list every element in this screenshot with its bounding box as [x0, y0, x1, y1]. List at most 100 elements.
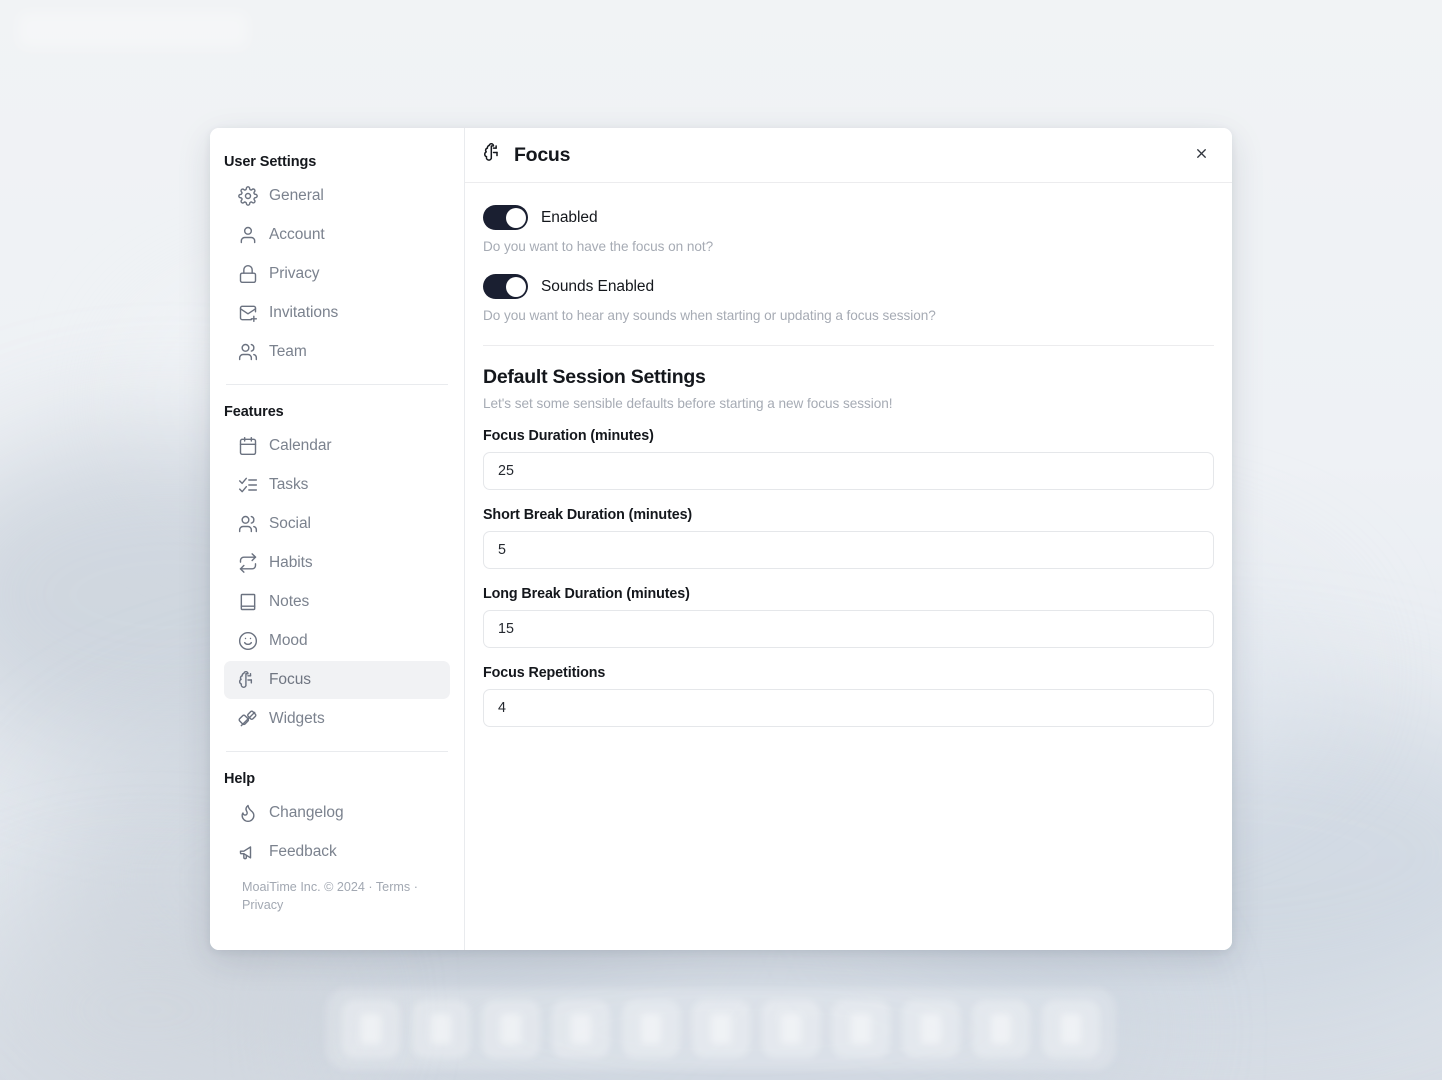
users-icon	[238, 342, 258, 362]
field-label: Long Break Duration (minutes)	[483, 586, 690, 602]
sidebar-item-feedback[interactable]: Feedback	[224, 833, 450, 871]
focus-duration-input[interactable]	[483, 452, 1214, 490]
brain-icon	[483, 142, 504, 168]
dock-icon	[711, 1014, 731, 1044]
sidebar-item-label: Social	[269, 515, 311, 532]
sidebar-item-label: Widgets	[269, 710, 325, 727]
dock-item[interactable]	[902, 1000, 960, 1058]
dock-icon	[431, 1014, 451, 1044]
setting-enabled: Enabled Do you want to have the focus on…	[483, 205, 1214, 254]
dock-icon	[851, 1014, 871, 1044]
dock-icon	[571, 1014, 591, 1044]
sounds-enabled-toggle-label: Sounds Enabled	[541, 277, 655, 295]
dock-item[interactable]	[692, 1000, 750, 1058]
footer-privacy-link[interactable]: Privacy	[242, 898, 283, 912]
sidebar-item-invitations[interactable]: Invitations	[224, 294, 450, 332]
enabled-toggle-label: Enabled	[541, 208, 598, 226]
sidebar-item-mood[interactable]: Mood	[224, 622, 450, 660]
sidebar-item-label: Calendar	[269, 437, 332, 454]
dock-item[interactable]	[482, 1000, 540, 1058]
sidebar-item-focus[interactable]: Focus	[224, 661, 450, 699]
sidebar-item-widgets[interactable]: Widgets	[224, 700, 450, 738]
sidebar-item-label: Team	[269, 343, 307, 360]
sidebar-item-changelog[interactable]: Changelog	[224, 794, 450, 832]
sidebar-item-privacy[interactable]: Privacy	[224, 255, 450, 293]
content-divider	[483, 345, 1214, 346]
field-focus-duration: Focus Duration (minutes)	[483, 428, 1214, 490]
widgets-icon	[238, 709, 258, 729]
sidebar-group-title-user-settings: User Settings	[224, 154, 317, 170]
toggle-row: Enabled	[483, 205, 1214, 230]
field-label: Short Break Duration (minutes)	[483, 507, 693, 523]
section-subtitle: Let's set some sensible defaults before …	[483, 396, 893, 411]
sidebar-item-label: Feedback	[269, 843, 337, 860]
dock-item[interactable]	[762, 1000, 820, 1058]
sidebar-item-label: Mood	[269, 632, 308, 649]
dock-icon	[991, 1014, 1011, 1044]
dock-item[interactable]	[832, 1000, 890, 1058]
close-button[interactable]	[1188, 142, 1214, 168]
user-icon	[238, 225, 258, 245]
footer-terms-link[interactable]: Terms	[376, 880, 410, 894]
sounds-enabled-toggle[interactable]	[483, 274, 528, 299]
sidebar-group-help: Changelog Feedback	[224, 794, 450, 871]
sidebar-item-calendar[interactable]: Calendar	[224, 427, 450, 465]
sidebar-item-label: Focus	[269, 671, 311, 688]
enabled-toggle[interactable]	[483, 205, 528, 230]
field-long-break-duration: Long Break Duration (minutes)	[483, 586, 1214, 648]
lock-icon	[238, 264, 258, 284]
toggle-row: Sounds Enabled	[483, 274, 1214, 299]
sidebar-item-tasks[interactable]: Tasks	[224, 466, 450, 504]
dock-icon	[921, 1014, 941, 1044]
field-focus-repetitions: Focus Repetitions	[483, 665, 1214, 727]
footer-company: MoaiTime Inc. © 2024 ·	[242, 880, 373, 894]
sidebar-item-account[interactable]: Account	[224, 216, 450, 254]
sidebar-group-features: Calendar Tasks Social Habits Notes Mood …	[224, 427, 450, 738]
focus-repetitions-input[interactable]	[483, 689, 1214, 727]
dock-item[interactable]	[1042, 1000, 1100, 1058]
sidebar-divider	[226, 751, 448, 752]
dock-item[interactable]	[342, 1000, 400, 1058]
short-break-duration-input[interactable]	[483, 531, 1214, 569]
dock-icon	[1061, 1014, 1081, 1044]
mail-plus-icon	[238, 303, 258, 323]
sidebar-item-habits[interactable]: Habits	[224, 544, 450, 582]
field-short-break-duration: Short Break Duration (minutes)	[483, 507, 1214, 569]
sidebar-footer: MoaiTime Inc. © 2024 · Terms · Privacy	[224, 871, 450, 915]
long-break-duration-input[interactable]	[483, 610, 1214, 648]
sidebar-item-team[interactable]: Team	[224, 333, 450, 371]
dock-icon	[641, 1014, 661, 1044]
page-title: Focus	[514, 143, 571, 166]
sidebar-item-label: Tasks	[269, 476, 309, 493]
enabled-hint: Do you want to have the focus on not?	[483, 239, 714, 254]
toggle-knob	[505, 276, 526, 297]
sidebar-group-title-help: Help	[224, 771, 256, 787]
settings-content: Focus Enabled Do you want to have the fo…	[465, 128, 1232, 950]
sidebar-item-label: Invitations	[269, 304, 339, 321]
dock-item[interactable]	[552, 1000, 610, 1058]
sidebar-group-title-features: Features	[224, 404, 284, 420]
desktop-background: User Settings General Account Privacy In…	[0, 0, 1442, 1080]
dock-icon	[781, 1014, 801, 1044]
dock	[326, 988, 1116, 1070]
smiley-icon	[238, 631, 258, 651]
sounds-enabled-hint: Do you want to hear any sounds when star…	[483, 308, 936, 323]
sidebar-item-label: Changelog	[269, 804, 344, 821]
dock-item[interactable]	[972, 1000, 1030, 1058]
sidebar-item-label: Privacy	[269, 265, 320, 282]
book-icon	[238, 592, 258, 612]
sidebar-item-notes[interactable]: Notes	[224, 583, 450, 621]
dock-item[interactable]	[622, 1000, 680, 1058]
users-icon	[238, 514, 258, 534]
footer-separator: ·	[413, 880, 418, 894]
megaphone-icon	[238, 842, 258, 862]
field-label: Focus Duration (minutes)	[483, 428, 654, 444]
sidebar-item-label: General	[269, 187, 324, 204]
field-label: Focus Repetitions	[483, 665, 606, 681]
dock-item[interactable]	[412, 1000, 470, 1058]
sidebar-item-general[interactable]: General	[224, 177, 450, 215]
sidebar-item-social[interactable]: Social	[224, 505, 450, 543]
brain-icon	[238, 670, 258, 690]
panel-header: Focus	[465, 128, 1232, 183]
sidebar-item-label: Notes	[269, 593, 310, 610]
